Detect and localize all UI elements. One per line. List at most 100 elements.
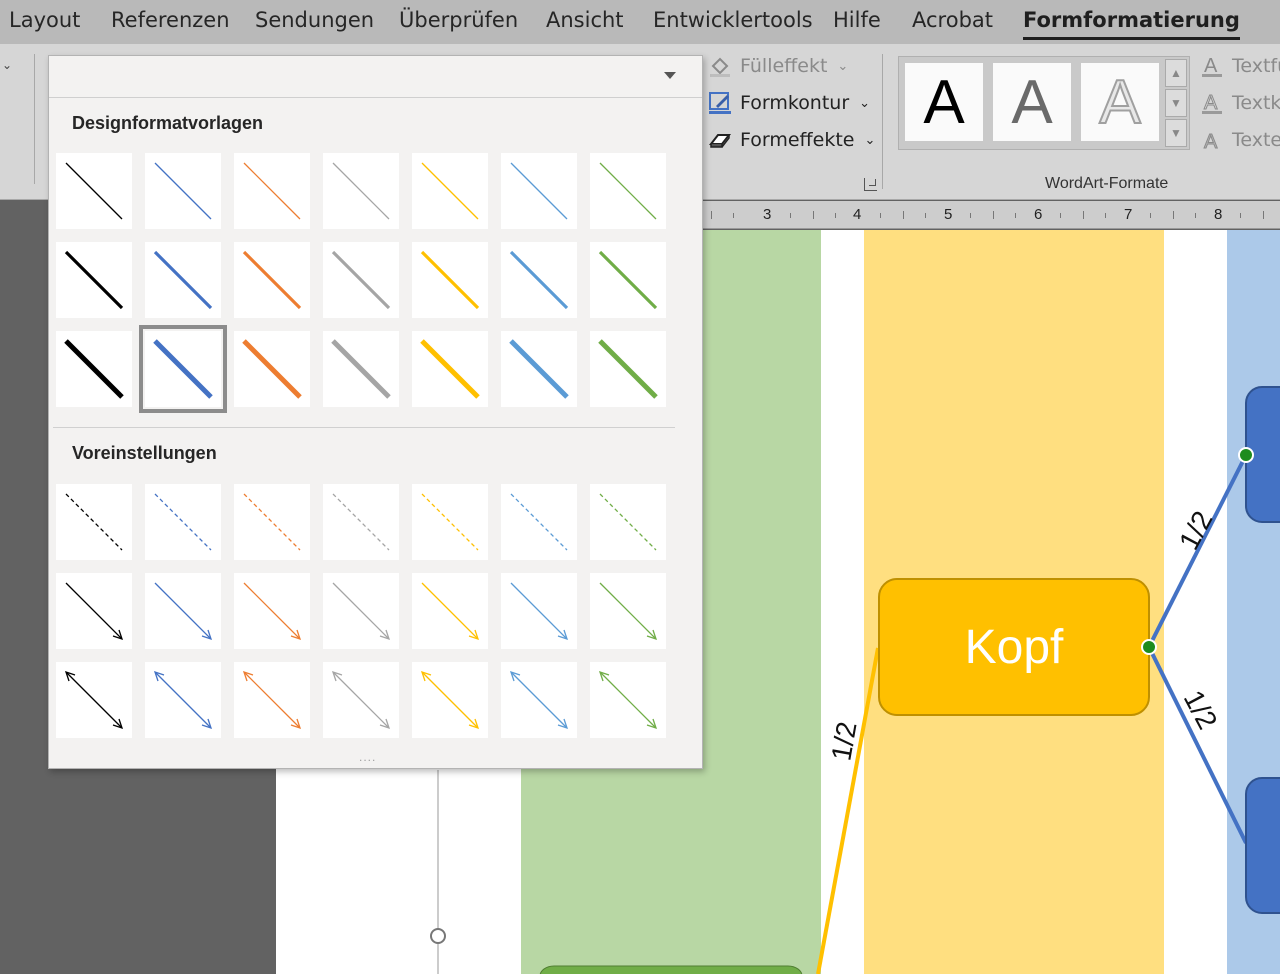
theme-style-thick-7-preview — [598, 339, 658, 399]
green-node-partial[interactable] — [539, 965, 803, 974]
preset-dashed-6[interactable] — [501, 484, 577, 560]
theme-style-medium-4-preview — [331, 250, 391, 310]
preset-arrow-4[interactable] — [323, 573, 399, 649]
theme-style-thin-4[interactable] — [323, 153, 399, 229]
preset-arrow-7-preview — [599, 582, 658, 641]
theme-style-medium-1[interactable] — [56, 242, 132, 318]
preset-arrow-7[interactable] — [590, 573, 666, 649]
theme-style-thick-3[interactable] — [234, 331, 310, 407]
preset-double-arrow-7[interactable] — [590, 662, 666, 738]
theme-style-thin-1-preview — [65, 162, 123, 220]
preset-double-arrow-4[interactable] — [323, 662, 399, 738]
theme-style-thin-7[interactable] — [590, 153, 666, 229]
dropdown-arrow-icon[interactable] — [664, 72, 676, 79]
theme-style-medium-3-preview — [242, 250, 302, 310]
preset-dashed-3[interactable] — [234, 484, 310, 560]
theme-style-thin-2[interactable] — [145, 153, 221, 229]
preset-dashed-4-preview — [332, 493, 390, 551]
section-divider — [53, 427, 675, 428]
preset-dashed-4[interactable] — [323, 484, 399, 560]
preset-dashed-2[interactable] — [145, 484, 221, 560]
theme-style-medium-7[interactable] — [590, 242, 666, 318]
theme-style-thick-1-preview — [64, 339, 124, 399]
theme-style-medium-2-preview — [153, 250, 213, 310]
theme-style-medium-6-preview — [509, 250, 569, 310]
head-node-label: Kopf — [965, 621, 1064, 674]
rotation-handle[interactable] — [430, 928, 446, 944]
theme-style-thick-2-preview — [153, 339, 213, 399]
theme-style-thick-6[interactable] — [501, 331, 577, 407]
preset-dashed-1[interactable] — [56, 484, 132, 560]
theme-style-medium-4[interactable] — [323, 242, 399, 318]
preset-arrow-6[interactable] — [501, 573, 577, 649]
preset-double-arrow-4-preview — [331, 670, 391, 730]
theme-style-thin-5-preview — [421, 162, 479, 220]
gallery-header — [49, 56, 702, 98]
preset-arrow-3-preview — [243, 582, 302, 641]
theme-styles-title: Designformatvorlagen — [72, 113, 264, 133]
preset-double-arrow-2[interactable] — [145, 662, 221, 738]
preset-double-arrow-1[interactable] — [56, 662, 132, 738]
theme-style-thin-2-preview — [154, 162, 212, 220]
preset-double-arrow-1-preview — [64, 670, 124, 730]
preset-arrow-5-preview — [421, 582, 480, 641]
theme-style-thick-2[interactable] — [139, 325, 227, 413]
preset-arrow-3[interactable] — [234, 573, 310, 649]
theme-style-thin-7-preview — [599, 162, 657, 220]
theme-style-thin-3[interactable] — [234, 153, 310, 229]
preset-arrow-2-preview — [154, 582, 213, 641]
preset-dashed-7[interactable] — [590, 484, 666, 560]
preset-double-arrow-5[interactable] — [412, 662, 488, 738]
theme-style-medium-5-preview — [420, 250, 480, 310]
preset-double-arrow-3[interactable] — [234, 662, 310, 738]
preset-dashed-6-preview — [510, 493, 568, 551]
edge-label-lower: 1/2 — [1178, 685, 1224, 734]
preset-arrow-4-preview — [332, 582, 391, 641]
shape-style-gallery-dropdown: Designformatvorlagen Voreinstellungen ..… — [48, 55, 703, 769]
theme-style-thick-4[interactable] — [323, 331, 399, 407]
theme-style-thin-5[interactable] — [412, 153, 488, 229]
preset-double-arrow-6[interactable] — [501, 662, 577, 738]
preset-dashed-7-preview — [599, 493, 657, 551]
connector-handle-start[interactable] — [1141, 639, 1157, 655]
connector-handle-end[interactable] — [1238, 447, 1254, 463]
preset-double-arrow-6-preview — [509, 670, 569, 730]
theme-style-thin-6[interactable] — [501, 153, 577, 229]
theme-style-thick-5-preview — [420, 339, 480, 399]
theme-style-medium-7-preview — [598, 250, 658, 310]
yellow-connector-line[interactable] — [816, 647, 880, 974]
preset-double-arrow-7-preview — [598, 670, 658, 730]
resize-grip-icon[interactable]: .... — [359, 750, 376, 764]
blue-connector-lower[interactable] — [1147, 646, 1248, 844]
theme-style-medium-6[interactable] — [501, 242, 577, 318]
preset-double-arrow-3-preview — [242, 670, 302, 730]
theme-style-thick-1[interactable] — [56, 331, 132, 407]
preset-dashed-2-preview — [154, 493, 212, 551]
theme-style-thin-3-preview — [243, 162, 301, 220]
theme-style-thin-1[interactable] — [56, 153, 132, 229]
theme-style-thick-6-preview — [509, 339, 569, 399]
theme-style-thick-3-preview — [242, 339, 302, 399]
presets-title: Voreinstellungen — [72, 443, 217, 463]
theme-style-thick-5[interactable] — [412, 331, 488, 407]
theme-style-medium-2[interactable] — [145, 242, 221, 318]
theme-style-medium-3[interactable] — [234, 242, 310, 318]
edge-label-upper: 1/2 — [1173, 506, 1219, 555]
theme-style-thin-6-preview — [510, 162, 568, 220]
theme-style-thin-4-preview — [332, 162, 390, 220]
theme-style-medium-5[interactable] — [412, 242, 488, 318]
theme-style-medium-1-preview — [64, 250, 124, 310]
blue-node-lower[interactable] — [1245, 777, 1280, 914]
preset-double-arrow-2-preview — [153, 670, 213, 730]
preset-dashed-3-preview — [243, 493, 301, 551]
preset-dashed-5[interactable] — [412, 484, 488, 560]
preset-double-arrow-5-preview — [420, 670, 480, 730]
theme-style-thick-4-preview — [331, 339, 391, 399]
preset-arrow-1[interactable] — [56, 573, 132, 649]
preset-arrow-1-preview — [65, 582, 124, 641]
theme-style-thick-7[interactable] — [590, 331, 666, 407]
preset-dashed-1-preview — [65, 493, 123, 551]
preset-arrow-6-preview — [510, 582, 569, 641]
preset-arrow-2[interactable] — [145, 573, 221, 649]
preset-arrow-5[interactable] — [412, 573, 488, 649]
